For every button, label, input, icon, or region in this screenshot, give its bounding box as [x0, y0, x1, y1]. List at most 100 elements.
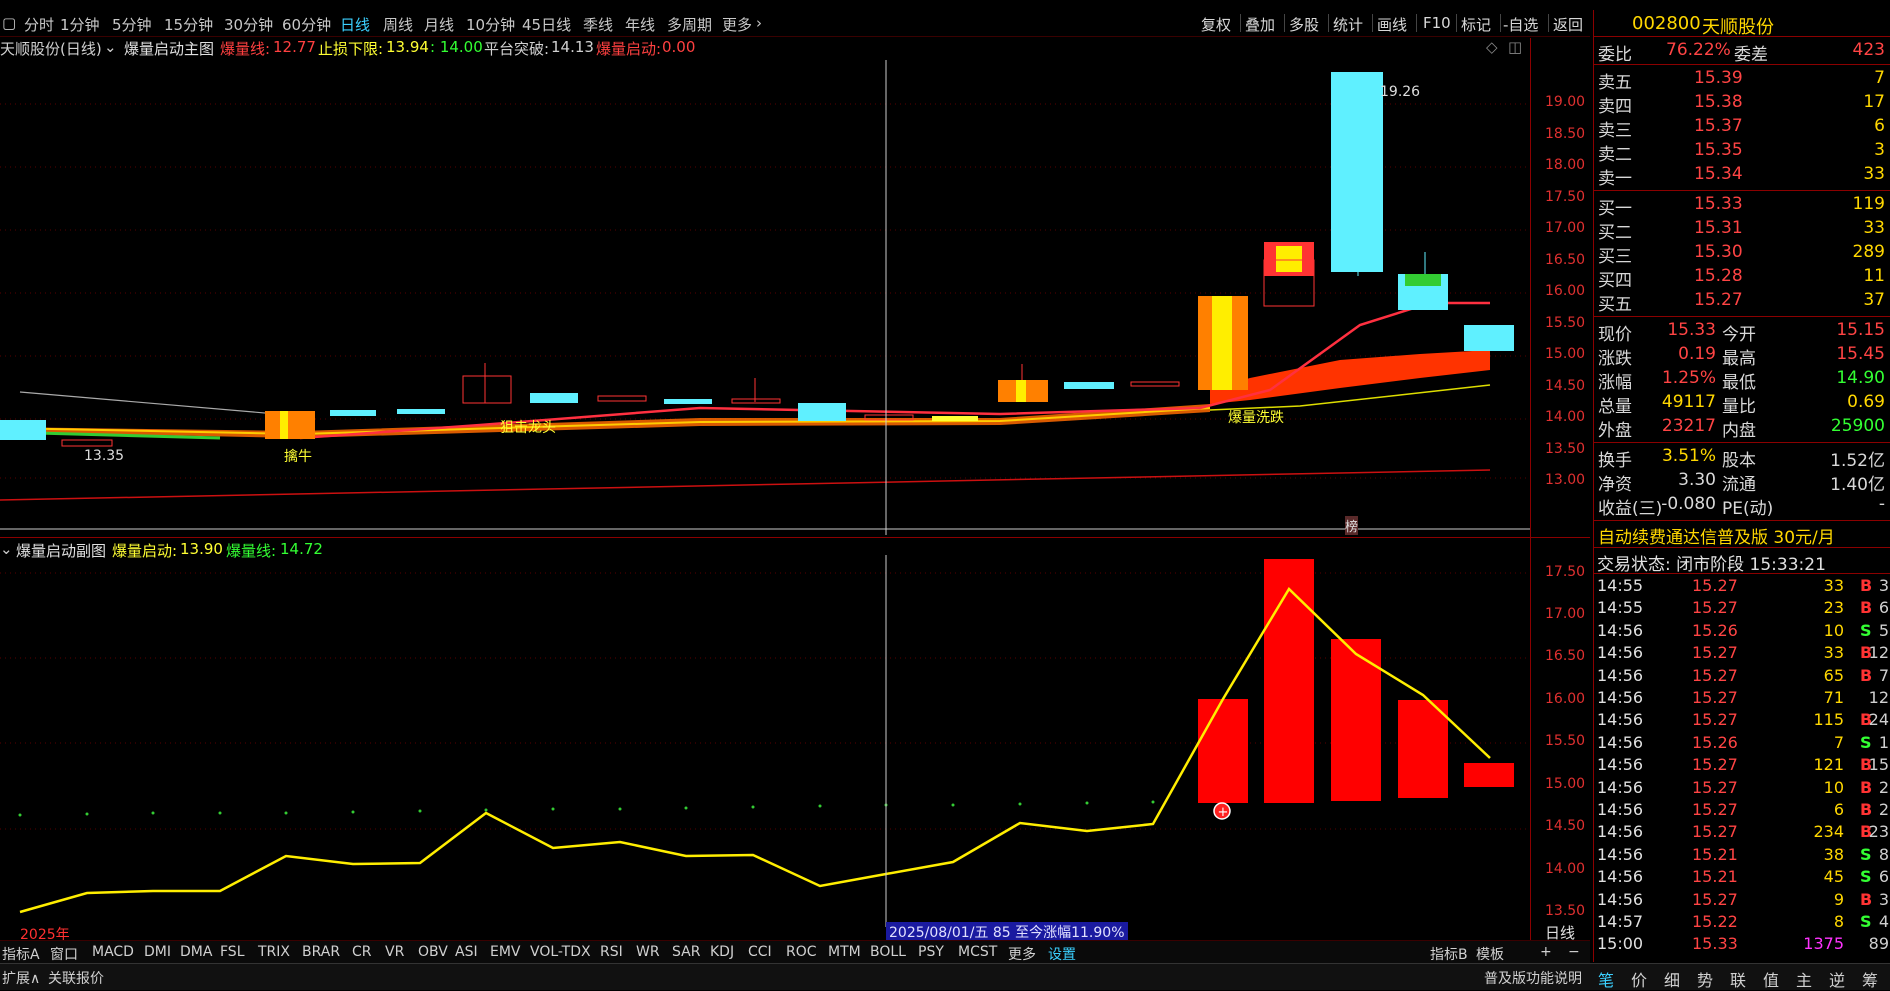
tool-biaoji[interactable]: 标记: [1461, 14, 1491, 35]
tab-vr[interactable]: VR: [385, 944, 404, 960]
tab-indicator-a[interactable]: 指标A: [2, 944, 40, 964]
axis-separator: [1530, 38, 1531, 537]
tab-asi[interactable]: ASI: [455, 944, 478, 960]
tab-indicator-b[interactable]: 指标B: [1430, 944, 1468, 964]
qidong-value: 0.00: [662, 38, 696, 56]
tab-more[interactable]: 更多: [1008, 944, 1036, 964]
menu-square-icon[interactable]: ▢: [2, 14, 16, 32]
period-year[interactable]: 年线: [625, 14, 655, 35]
remove-pane-button[interactable]: −: [1568, 944, 1580, 960]
tab-boll[interactable]: BOLL: [870, 944, 906, 960]
candle-15: [1064, 382, 1114, 389]
main-candlestick-chart[interactable]: [0, 60, 1530, 535]
rtab-zhu[interactable]: 主: [1796, 967, 1812, 991]
tab-macd[interactable]: MACD: [92, 944, 134, 960]
tick-time: 14:56: [1597, 620, 1644, 640]
period-15min[interactable]: 15分钟: [164, 14, 213, 35]
tab-mtm[interactable]: MTM: [828, 944, 861, 960]
tab-rsi[interactable]: RSI: [600, 944, 623, 960]
tab-sar[interactable]: SAR: [672, 944, 700, 960]
buy-level-5[interactable]: 买五 15.27 37: [1594, 290, 1890, 315]
period-30min[interactable]: 30分钟: [224, 14, 273, 35]
period-5min[interactable]: 5分钟: [112, 14, 152, 35]
sub-indicator-chart[interactable]: +: [0, 555, 1530, 927]
tick-count: 12: [1868, 688, 1889, 707]
tab-brar[interactable]: BRAR: [302, 944, 340, 960]
tab-cr[interactable]: CR: [352, 944, 372, 960]
period-1min[interactable]: 1分钟: [60, 14, 100, 35]
buy-level-1[interactable]: 买一 15.33 119: [1594, 194, 1890, 219]
tab-cci[interactable]: CCI: [748, 944, 772, 960]
sell-level-2[interactable]: 卖二 15.35 3: [1594, 140, 1890, 165]
tool-zixuan[interactable]: -自选: [1503, 14, 1538, 35]
tab-wr[interactable]: WR: [636, 944, 660, 960]
tab-settings[interactable]: 设置: [1048, 944, 1076, 964]
rtab-jia[interactable]: 价: [1631, 967, 1647, 991]
tick-time: 14:56: [1597, 777, 1644, 797]
tool-diejia[interactable]: 叠加: [1245, 14, 1275, 35]
related-quotes-button[interactable]: 关联报价: [48, 968, 104, 988]
tab-kdj[interactable]: KDJ: [710, 944, 734, 960]
rtab-ni[interactable]: 逆: [1829, 967, 1845, 991]
long-ma-line: [0, 469, 1491, 501]
tab-vol-tdx[interactable]: VOL-TDX: [530, 944, 591, 960]
tab-mcst[interactable]: MCST: [958, 944, 997, 960]
features-link[interactable]: 普及版功能说明: [1484, 968, 1582, 988]
tick-row: 14:56 15.26 7 S 1: [1594, 733, 1890, 755]
expand-button[interactable]: 扩展∧: [2, 968, 40, 988]
tool-fanhui[interactable]: 返回: [1553, 14, 1583, 35]
rtab-xi[interactable]: 细: [1664, 967, 1680, 991]
tab-window[interactable]: 窗口: [50, 944, 78, 964]
tab-roc[interactable]: ROC: [786, 944, 817, 960]
sell-level-4[interactable]: 卖四 15.38 17: [1594, 92, 1890, 117]
sell-level-3[interactable]: 卖三 15.37 6: [1594, 116, 1890, 141]
period-fenshi[interactable]: 分时: [24, 14, 54, 35]
stock-code[interactable]: 002800: [1632, 13, 1701, 34]
period-month[interactable]: 月线: [424, 14, 454, 35]
period-more[interactable]: 更多: [722, 14, 752, 35]
add-pane-button[interactable]: +: [1540, 944, 1552, 960]
tool-huaxian[interactable]: 画线: [1377, 14, 1407, 35]
buy-level-4[interactable]: 买四 15.28 11: [1594, 266, 1890, 291]
rtab-lian[interactable]: 联: [1730, 967, 1746, 991]
tab-template[interactable]: 模板: [1476, 944, 1504, 964]
period-quarter[interactable]: 季线: [583, 14, 613, 35]
bang-marker[interactable]: 榜: [1345, 516, 1359, 535]
period-45day[interactable]: 45日线: [522, 14, 571, 35]
tab-emv[interactable]: EMV: [490, 944, 521, 960]
period-10min[interactable]: 10分钟: [466, 14, 515, 35]
tick-volume: 9: [1833, 889, 1844, 909]
rtab-zhi[interactable]: 值: [1763, 967, 1779, 991]
tool-duogu[interactable]: 多股: [1289, 14, 1319, 35]
period-60min[interactable]: 60分钟: [282, 14, 331, 35]
indicator-dropdown-icon[interactable]: ⌄: [104, 38, 117, 56]
diamond-icon[interactable]: ◇: [1486, 38, 1498, 56]
rtab-chou[interactable]: 筹: [1862, 967, 1878, 991]
sell-level-1[interactable]: 卖一 15.34 33: [1594, 164, 1890, 189]
buy-level-3[interactable]: 买三 15.30 289: [1594, 242, 1890, 267]
tool-fuquan[interactable]: 复权: [1201, 14, 1231, 35]
pane-divider[interactable]: [0, 537, 1590, 538]
period-day[interactable]: 日线: [340, 14, 370, 35]
main-indicator-name[interactable]: 爆量启动主图: [124, 38, 214, 59]
sell-level-5[interactable]: 卖五 15.39 7: [1594, 68, 1890, 93]
period-multi[interactable]: 多周期: [667, 14, 712, 35]
rtab-bi[interactable]: 笔: [1598, 967, 1614, 991]
window-toggle-icon[interactable]: ◫: [1508, 38, 1522, 56]
tool-tongji[interactable]: 统计: [1333, 14, 1363, 35]
axis-label: 15.50: [1545, 315, 1586, 331]
chevron-right-icon[interactable]: ›: [756, 14, 762, 32]
buy-level-2[interactable]: 买二 15.31 33: [1594, 218, 1890, 243]
tab-trix[interactable]: TRIX: [258, 944, 290, 960]
tab-fsl[interactable]: FSL: [220, 944, 245, 960]
axis-label: 16.00: [1545, 283, 1586, 299]
tab-obv[interactable]: OBV: [418, 944, 448, 960]
rtab-shi[interactable]: 势: [1697, 967, 1713, 991]
tick-list[interactable]: 14:55 15.27 33 B 3 14:55 15.27 23 B 6 14:56 15.26 10…: [1594, 576, 1890, 953]
tool-f10[interactable]: F10: [1423, 14, 1451, 32]
tab-psy[interactable]: PSY: [918, 944, 944, 960]
tab-dmi[interactable]: DMI: [144, 944, 171, 960]
period-week[interactable]: 周线: [383, 14, 413, 35]
tab-dma[interactable]: DMA: [180, 944, 212, 960]
promo-link[interactable]: 自动续费通达信普及版 30元/月: [1598, 523, 1835, 548]
